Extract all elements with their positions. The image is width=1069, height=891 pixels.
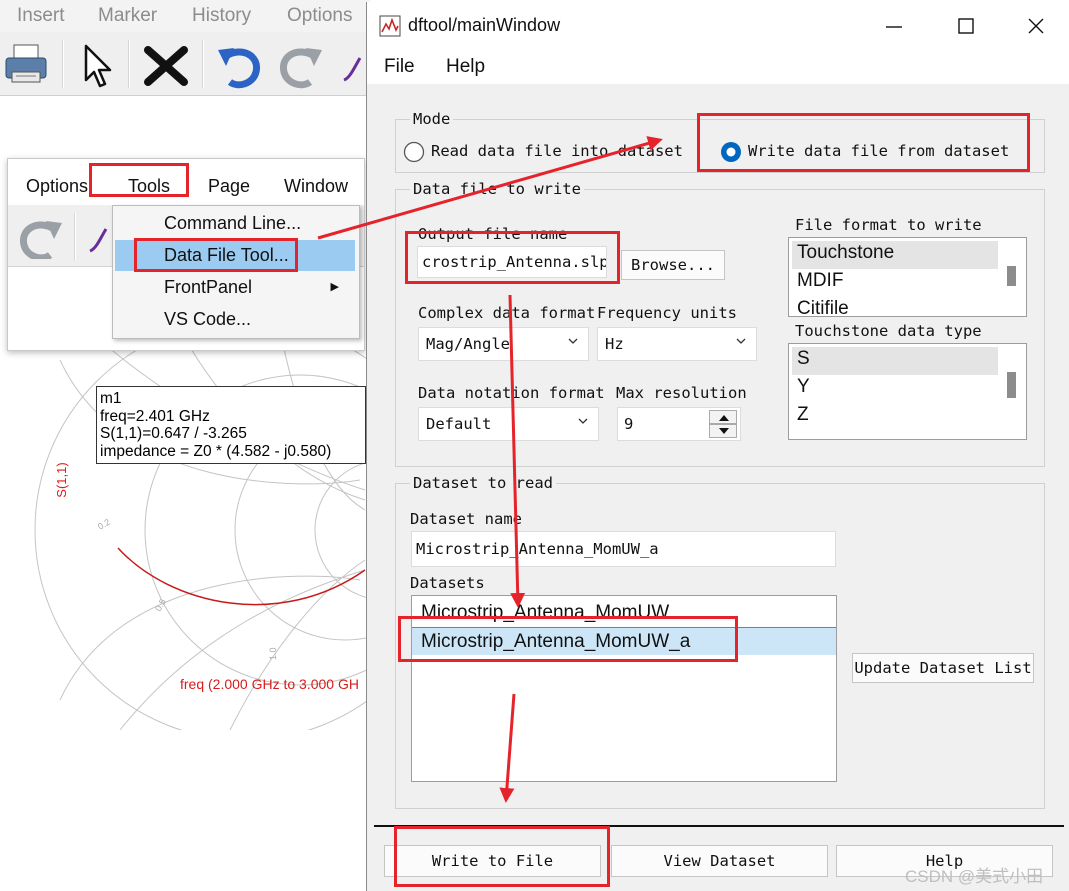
arrow-to-write-button [499, 693, 516, 803]
annotation-arrows [317, 136, 663, 803]
arrow-to-dataset [508, 294, 526, 608]
watermark: CSDN @美式小田 [905, 867, 1044, 886]
arrow-to-write-mode [317, 136, 663, 240]
